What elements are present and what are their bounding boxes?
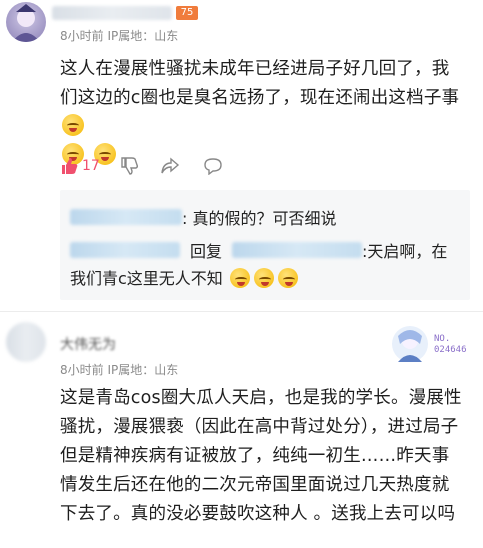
- reply1-text: : 真的假的？可否细说: [182, 209, 337, 228]
- laugh-emoji-icon: [277, 268, 298, 288]
- avatar-comment2-blurred[interactable]: [6, 322, 46, 362]
- comment1-text: 这人在漫展性骚扰未成年已经进局子好几回了，我们这边的c圈也是臭名远扬了，现在还闹…: [60, 55, 465, 171]
- reply-button[interactable]: [203, 157, 223, 179]
- avatar-comment1[interactable]: [6, 2, 46, 42]
- fan-badge: NO. 024646: [390, 324, 476, 364]
- divider: [0, 311, 483, 312]
- dislike-button[interactable]: [120, 157, 139, 179]
- share-icon: [161, 157, 180, 174]
- reply2[interactable]: 回复 :天启啊，在: [70, 238, 447, 262]
- like-count: 17: [82, 158, 100, 174]
- badge-character-icon: [392, 326, 428, 362]
- comment-icon: [204, 158, 222, 176]
- level-badge: 75: [176, 6, 198, 20]
- like-button[interactable]: 17: [60, 157, 100, 175]
- thumbs-down-icon: [121, 157, 139, 175]
- reply2-text-part1: :天启啊，在: [362, 242, 448, 261]
- badge-text-2: 024646: [434, 345, 467, 355]
- laugh-emoji-icon: [253, 268, 274, 288]
- reply1[interactable]: : 真的假的？可否细说: [70, 205, 336, 229]
- reply2-text-line2: 我们青c这里无人不知: [70, 265, 300, 289]
- reply2-username-blurred[interactable]: [70, 242, 180, 258]
- comment1-meta: 8小时前 IP属地：山东: [60, 29, 179, 43]
- comment2-username[interactable]: 大伟无为: [60, 334, 116, 354]
- laugh-emoji-icon: [229, 268, 250, 288]
- reply2-target-blurred[interactable]: [232, 242, 363, 258]
- comment2-meta: 8小时前 IP属地：山东: [60, 363, 179, 377]
- badge-text-1: NO.: [434, 334, 451, 344]
- thumbs-up-icon: [62, 158, 78, 174]
- reply-word: 回复: [190, 242, 223, 261]
- reply1-username-blurred[interactable]: [70, 209, 182, 225]
- avatar-image: [12, 4, 40, 42]
- laugh-emoji-icon: [62, 114, 84, 136]
- comment2-text: 这是青岛cos圈大瓜人天启，也是我的学长。漫展性骚扰，漫展猥亵（因此在高中背过处…: [60, 388, 462, 524]
- share-button[interactable]: [160, 157, 180, 179]
- username-blurred[interactable]: [52, 6, 172, 20]
